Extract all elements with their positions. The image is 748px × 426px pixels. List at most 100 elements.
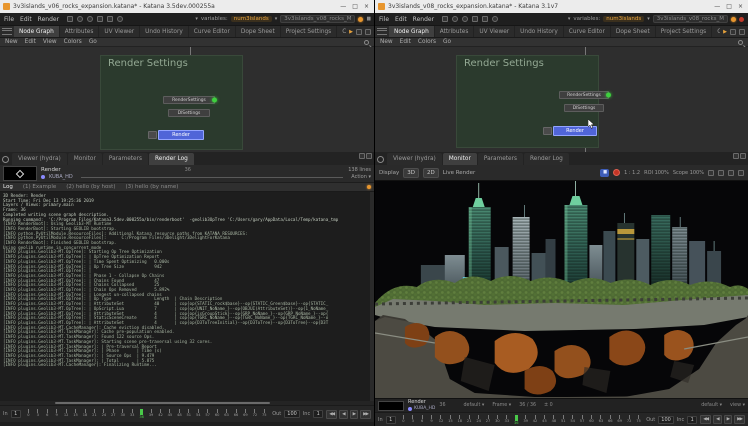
timeline-tick[interactable]: 45	[165, 409, 174, 418]
main-tab[interactable]: Dope Sheet	[611, 26, 656, 37]
font-icon[interactable]	[472, 16, 478, 22]
node-dlsettings[interactable]: DlSettings	[168, 109, 210, 117]
search-icon[interactable]	[738, 40, 743, 45]
node-render[interactable]: Render	[158, 130, 204, 140]
search-icon[interactable]	[364, 40, 369, 45]
chevron-down-icon[interactable]: ▾	[275, 16, 278, 22]
timeline-ruler[interactable]: 0369121518212427303336394245485154576063…	[24, 408, 270, 420]
nodegraph-menu-item[interactable]: Go	[443, 39, 451, 45]
link-icon[interactable]	[107, 16, 113, 22]
render-log-output[interactable]: 3D Render: RenderStart Time: Fri Dec 13 …	[0, 192, 374, 401]
render-thumbnail[interactable]	[3, 166, 37, 181]
search-icon[interactable]	[87, 16, 93, 22]
mode-2d-button[interactable]: 2D	[423, 168, 439, 178]
main-tab[interactable]: Node Graph	[389, 26, 435, 37]
timeline-tick[interactable]: 15	[446, 415, 455, 424]
action-dropdown[interactable]: Action ▾	[351, 174, 371, 180]
timeline-tick[interactable]: 30	[493, 415, 502, 424]
timeline-tick[interactable]: 51	[559, 415, 568, 424]
close-button[interactable]: ×	[738, 0, 743, 13]
scope-field[interactable]: Scope 100%	[673, 170, 704, 176]
step-forward-button[interactable]: ▶	[724, 415, 732, 424]
layout-icon[interactable]	[356, 29, 362, 35]
link-icon[interactable]	[482, 16, 488, 22]
timeline-tick[interactable]: 18	[80, 409, 89, 418]
timeline-tick[interactable]: 51	[184, 409, 193, 418]
timeline-tick[interactable]: 21	[465, 415, 474, 424]
in-frame-field[interactable]: 1	[386, 416, 396, 424]
scene-name-field[interactable]: 3v3islands_v08_rocks_M	[280, 15, 355, 23]
main-tab[interactable]: Node Graph	[14, 26, 60, 37]
tabs-overflow-icon[interactable]: ▶	[349, 29, 353, 35]
hamburger-menu-icon[interactable]	[2, 28, 12, 35]
monitor-status-field[interactable]: 36 / 36	[519, 403, 536, 408]
pane-tab[interactable]: Viewer (hydra)	[12, 153, 67, 165]
timeline-tick[interactable]: 30	[118, 409, 127, 418]
timeline-tick[interactable]: 0	[24, 409, 33, 418]
maximize-button[interactable]: □	[726, 0, 732, 13]
inc-field[interactable]: 1	[313, 410, 323, 418]
pane-split-icon[interactable]	[739, 29, 745, 35]
nodegraph-menu-item[interactable]: Edit	[400, 39, 411, 45]
timeline-tick[interactable]: 57	[203, 409, 212, 418]
horizontal-scrollbar[interactable]	[0, 401, 374, 405]
pause-icon[interactable]: ▮▮	[366, 16, 370, 22]
variables-dropdown[interactable]: num3islands	[603, 16, 644, 22]
view-led-icon[interactable]	[606, 93, 611, 98]
timeline-tick[interactable]: 57	[577, 415, 586, 424]
node-rendersettings[interactable]: RenderSettings	[559, 91, 609, 99]
timeline-tick[interactable]: 39	[146, 409, 155, 418]
rewind-button[interactable]: ◀◀	[700, 415, 711, 424]
layout-icon[interactable]	[730, 29, 736, 35]
main-tab[interactable]: UV Viewer	[474, 26, 515, 37]
pane-tab[interactable]: Viewer (hydra)	[387, 153, 442, 165]
chevron-down-icon[interactable]: ▾	[195, 16, 198, 22]
main-tab[interactable]: Undo History	[140, 26, 189, 37]
timeline-tick[interactable]: 3	[33, 409, 42, 418]
menu-item[interactable]: File	[4, 16, 14, 23]
minimize-button[interactable]: —	[340, 0, 346, 13]
search-icon[interactable]	[462, 16, 468, 22]
log-filter-tab[interactable]: (1) Example	[23, 184, 56, 190]
nodegraph-menu-item[interactable]: Colors	[64, 39, 82, 45]
menu-item[interactable]: Render	[38, 16, 59, 23]
variables-dropdown[interactable]: num3islands	[231, 16, 272, 22]
render-scrub-bar[interactable]	[81, 177, 343, 178]
timeline-tick[interactable]: 6	[43, 409, 52, 418]
timeline-tick[interactable]: 63	[222, 409, 231, 418]
timeline-tick[interactable]: 66	[606, 415, 615, 424]
timeline-tick[interactable]: 36	[512, 415, 521, 426]
nodegraph-menu-item[interactable]: Edit	[25, 39, 36, 45]
nodegraph-menu-item[interactable]: New	[5, 39, 18, 45]
timeline-tick[interactable]: 6	[417, 415, 426, 424]
scene-name-field[interactable]: 3v3islands_v08_rocks_M	[653, 15, 728, 23]
scrollbar-thumb[interactable]	[55, 402, 270, 404]
help-icon[interactable]	[492, 16, 498, 22]
pane-tab[interactable]: Render Log	[149, 153, 194, 165]
main-tab[interactable]: Catalog	[337, 26, 346, 37]
timeline-tick[interactable]: 24	[99, 409, 108, 418]
log-filter-tab[interactable]: Log	[3, 184, 13, 190]
menu-item[interactable]: Render	[413, 16, 434, 23]
log-filter-tab[interactable]: (3) hello (by name)	[125, 184, 178, 190]
fast-forward-button[interactable]: ▶▶	[734, 415, 745, 424]
timeline-tick[interactable]: 48	[549, 415, 558, 424]
timeline-tick[interactable]: 27	[109, 409, 118, 418]
camera-icon[interactable]	[738, 170, 744, 176]
main-tab[interactable]: Project Settings	[281, 26, 337, 37]
help-icon[interactable]	[117, 16, 123, 22]
step-forward-button[interactable]: ▶	[350, 410, 358, 419]
pause-render-button[interactable]: ▮▮	[600, 169, 609, 177]
nodegraph-menu-item[interactable]: View	[43, 39, 57, 45]
timeline-tick[interactable]: 9	[427, 415, 436, 424]
nodegraph-menu-item[interactable]: New	[380, 39, 393, 45]
main-tab[interactable]: Attributes	[435, 26, 475, 37]
timeline-tick[interactable]: 60	[587, 415, 596, 424]
pane-float-icon[interactable]	[366, 153, 372, 159]
step-back-button[interactable]: ◀	[713, 415, 721, 424]
timeline-tick[interactable]: 42	[530, 415, 539, 424]
monitor-status-field[interactable]: ± 0	[544, 403, 553, 408]
crosshair-icon[interactable]	[718, 170, 724, 176]
timeline-tick[interactable]: 24	[474, 415, 483, 424]
menu-item[interactable]: Edit	[395, 16, 407, 23]
